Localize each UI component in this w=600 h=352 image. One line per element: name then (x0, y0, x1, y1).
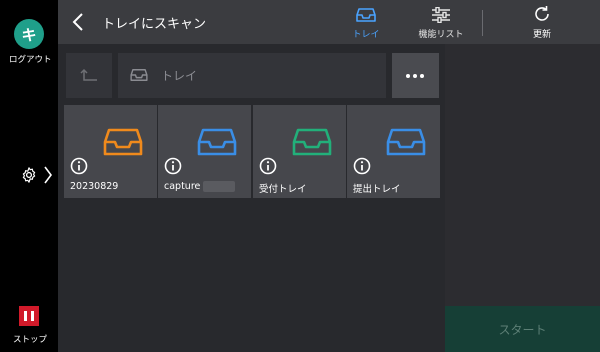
tray-icon (197, 128, 237, 156)
chevron-right-icon[interactable] (44, 165, 52, 185)
logout-label: ログアウト (9, 55, 52, 65)
stop-bar-icon (31, 311, 34, 321)
tray-icon (386, 128, 426, 156)
logout-glyph: キ (21, 25, 37, 44)
more-dot-icon (406, 74, 410, 78)
path-label: トレイ (161, 69, 198, 83)
start-label: スタート (498, 322, 547, 337)
path-field: トレイ (118, 53, 386, 98)
info-icon[interactable] (259, 157, 277, 175)
redacted-text (203, 181, 235, 192)
tray-tile[interactable]: 20230829 (64, 105, 157, 198)
header-bar: トレイにスキャン トレイ 機能リスト 更新 (58, 0, 600, 44)
tab-function-list[interactable]: 機能リスト (410, 0, 472, 44)
tray-name: 提出トレイ (353, 184, 401, 195)
tray-icon (103, 128, 143, 156)
more-dot-icon (413, 74, 417, 78)
tray-tile[interactable]: 提出トレイ (347, 105, 440, 198)
tray-icon (292, 128, 332, 156)
tray-name: 20230829 (70, 181, 119, 192)
refresh-label: 更新 (532, 30, 551, 40)
stop-label: ストップ (13, 335, 48, 345)
tray-tile[interactable]: 受付トレイ (253, 105, 346, 198)
info-icon[interactable] (164, 157, 182, 175)
more-button[interactable] (392, 53, 439, 98)
up-level-button[interactable] (66, 53, 112, 98)
tray-tile[interactable]: capture (158, 105, 251, 198)
tray-icon (356, 8, 376, 22)
back-icon[interactable] (72, 12, 84, 32)
tray-name: capture (164, 181, 201, 192)
tray-icon (130, 69, 148, 81)
tab-tray[interactable]: トレイ (344, 0, 388, 44)
refresh-button[interactable]: 更新 (520, 0, 564, 44)
info-icon[interactable] (70, 157, 88, 175)
up-level-icon (80, 68, 97, 81)
gear-icon[interactable] (20, 166, 38, 184)
info-icon[interactable] (353, 157, 371, 175)
logout-button[interactable]: キ (14, 19, 44, 49)
refresh-icon (535, 6, 549, 21)
tab-tray-label: トレイ (352, 30, 380, 40)
stop-button[interactable] (19, 306, 39, 326)
more-dot-icon (420, 74, 424, 78)
start-button[interactable]: スタート (445, 306, 600, 352)
stop-bar-icon (24, 311, 27, 321)
tray-name: 受付トレイ (259, 184, 307, 195)
header-divider (482, 10, 483, 36)
page-title: トレイにスキャン (102, 17, 207, 32)
sliders-icon (432, 7, 450, 23)
tab-function-list-label: 機能リスト (418, 30, 464, 40)
left-sidebar: キ ログアウト ストップ (0, 0, 58, 352)
